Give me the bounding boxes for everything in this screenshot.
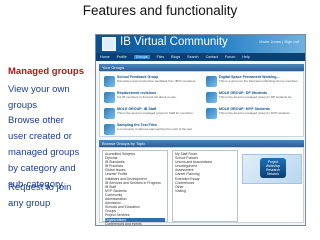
nav-item[interactable]: Files [157, 55, 165, 59]
caption-line: View your own [8, 84, 70, 95]
nav-item[interactable]: Blogs [171, 55, 180, 59]
slide-title: Features and functionality [82, 3, 238, 18]
your-groups-panel: School Feedback Group Discussion and con… [99, 71, 304, 137]
nav-item[interactable]: Contact [206, 55, 218, 59]
caption-heading: Managed groups [8, 64, 84, 80]
caption-line: by category and [8, 163, 76, 174]
caption-view-groups: View your own groups [8, 82, 70, 114]
caption-line: groups [8, 100, 38, 111]
site-brand: IB Virtual Community [120, 36, 228, 48]
caption-line: Browse other [8, 115, 64, 126]
group-icon [206, 76, 217, 87]
group-icon [206, 92, 217, 103]
group-desc: A community to discuss approaching the w… [117, 127, 193, 131]
community-screenshot: IB Virtual Community Marie Jones | Sign … [95, 34, 306, 226]
group-icon [206, 108, 217, 119]
category-list[interactable]: Accredited Subjects Diploma IB Standards IB… [102, 150, 168, 225]
browse-groups-header: Browse Groups by Topic [99, 140, 304, 147]
caption-line: any group [8, 198, 51, 209]
main-nav: Home Profile Groups Files Blogs Search C… [96, 53, 305, 61]
group-desc: This is a group for the Permanent Workin… [219, 79, 299, 83]
subcategory-item[interactable]: Visiting [175, 189, 235, 193]
promo-badge[interactable]: Project Workshop Research Network [260, 158, 286, 178]
nav-item[interactable]: Search [187, 55, 198, 59]
group-desc: For IB members to find and tell about re… [117, 95, 177, 99]
nav-item[interactable]: Profile [117, 55, 127, 59]
group-desc: This is the area for managed group for M… [219, 111, 291, 115]
group-icon [104, 108, 115, 119]
promo-line: Network [267, 172, 279, 176]
category-item[interactable]: Conferences and events [105, 222, 165, 225]
nav-item[interactable]: Help [242, 55, 249, 59]
caption-line: managed groups [8, 147, 80, 158]
caption-line: user created or [8, 131, 72, 142]
group-desc: This is the area for managed group for D… [219, 95, 294, 99]
caption-heading-text: Managed groups [8, 66, 85, 77]
your-groups-header: Your Groups [99, 64, 304, 71]
browse-groups-panel: Accredited Subjects Diploma IB Standards IB… [99, 147, 304, 225]
group-desc: Discussion and constructive feedback fro… [117, 79, 197, 83]
logo-icon [102, 37, 116, 51]
nav-item[interactable]: Forum [225, 55, 235, 59]
group-icon [104, 76, 115, 87]
group-icon [104, 124, 115, 135]
group-desc: This is the area for managed group for S… [117, 111, 194, 115]
group-item[interactable]: Sampling the Test Files A community to d… [102, 123, 199, 141]
caption-line: Request to join [8, 182, 72, 193]
subcategory-list[interactable]: My Staff Room School Policies Unions and A… [172, 150, 238, 222]
nav-item-active[interactable]: Groups [133, 55, 150, 59]
site-banner: IB Virtual Community Marie Jones | Sign … [96, 35, 305, 53]
caption-request-join: Request to join any group [8, 180, 71, 212]
nav-item[interactable]: Home [100, 55, 110, 59]
group-item[interactable]: MOLE GROUP: MYP Students This is the are… [204, 107, 301, 125]
group-icon [104, 92, 115, 103]
user-links[interactable]: Marie Jones | Sign out [259, 39, 299, 44]
